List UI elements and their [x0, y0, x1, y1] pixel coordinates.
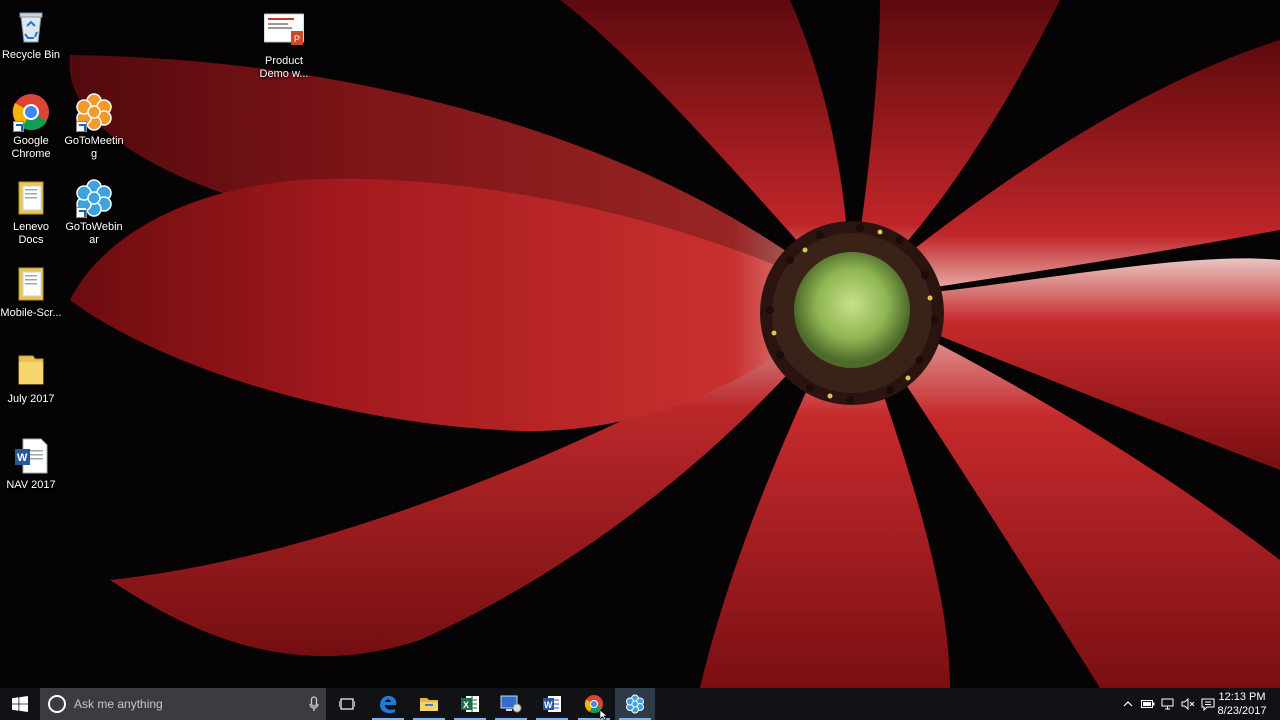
clock-time: 12:13 PM — [1218, 691, 1266, 703]
svg-text:W: W — [17, 452, 28, 464]
battery-icon — [1141, 700, 1155, 708]
recycle-bin-label: Recycle Bin — [1, 49, 61, 61]
gotowebinar-icon — [74, 178, 114, 218]
nav-2017-label: NAV 2017 — [6, 479, 56, 491]
shortcut-arrow-icon — [76, 207, 87, 218]
desktop-icon-nav-2017[interactable]: W NAV 2017 — [0, 436, 62, 492]
lenevo-docs-label: Lenevo Docs — [12, 221, 50, 246]
chevron-up-icon — [1123, 701, 1133, 707]
taskbar: Ask me anything X W 12:13 PM 8/23/2017 — [0, 688, 1280, 720]
excel-icon: X — [461, 696, 479, 712]
svg-text:W: W — [544, 700, 553, 710]
powerpoint-file-icon: P — [263, 12, 305, 52]
battery-button[interactable] — [1138, 688, 1158, 720]
clock[interactable]: 12:13 PM 8/23/2017 — [1212, 690, 1272, 718]
google-chrome-label: Google Chrome — [11, 135, 51, 160]
svg-text:X: X — [463, 700, 469, 710]
taskbar-file-explorer[interactable] — [409, 688, 449, 720]
taskbar-remote-desktop[interactable] — [491, 688, 531, 720]
taskbar-word[interactable]: W — [532, 688, 572, 720]
desktop-icon-recycle-bin[interactable]: Recycle Bin — [0, 6, 62, 62]
shortcut-arrow-icon — [13, 121, 24, 132]
volume-button[interactable] — [1178, 688, 1198, 720]
gotomeeting-label: GoToMeeting — [64, 135, 124, 160]
cortana-search-box[interactable]: Ask me anything — [40, 688, 326, 720]
word-icon: W — [543, 696, 561, 712]
edge-icon — [380, 695, 397, 714]
taskbar-gotowebinar[interactable] — [615, 688, 655, 720]
desktop-icon-july-2017[interactable]: July 2017 — [0, 350, 62, 406]
windows-logo-icon — [12, 696, 28, 712]
cortana-icon — [48, 695, 66, 713]
taskbar-excel[interactable]: X — [450, 688, 490, 720]
folder-icon — [11, 350, 51, 390]
chrome-icon — [11, 92, 51, 132]
mouse-cursor-icon — [600, 710, 608, 720]
desktop-icon-product-demo[interactable]: P Product Demo w... — [253, 12, 315, 81]
word-file-icon: W — [11, 436, 51, 476]
shortcut-arrow-icon — [76, 121, 87, 132]
clock-date: 8/23/2017 — [1217, 705, 1267, 717]
desktop-wallpaper — [0, 0, 1280, 688]
remote-desktop-icon — [500, 695, 522, 713]
task-view-icon — [339, 698, 355, 710]
volume-muted-icon — [1181, 698, 1195, 710]
mobile-scr-label: Mobile-Scr... — [0, 307, 62, 319]
desktop-icon-gotomeeting[interactable]: GoToMeeting — [63, 92, 125, 161]
desktop-icon-gotowebinar[interactable]: GoToWebinar — [63, 178, 125, 247]
network-icon — [1161, 698, 1174, 710]
product-demo-label: Product Demo w... — [259, 55, 309, 80]
folder-docs-icon — [11, 264, 51, 304]
gotomeeting-icon — [74, 92, 114, 132]
search-placeholder: Ask me anything — [74, 697, 163, 711]
recycle-bin-icon — [11, 6, 51, 46]
network-button[interactable] — [1158, 688, 1178, 720]
july-2017-label: July 2017 — [7, 393, 55, 405]
desktop-icon-google-chrome[interactable]: Google Chrome — [0, 92, 62, 161]
gotowebinar-label: GoToWebinar — [65, 221, 123, 246]
microphone-icon[interactable] — [302, 688, 326, 720]
folder-docs-icon — [11, 178, 51, 218]
start-button[interactable] — [0, 688, 40, 720]
show-hidden-icons-button[interactable] — [1118, 688, 1138, 720]
desktop-icon-lenevo-docs[interactable]: Lenevo Docs — [0, 178, 62, 247]
svg-text:P: P — [294, 34, 300, 44]
desktop-icon-mobile-scr[interactable]: Mobile-Scr... — [0, 264, 62, 320]
file-explorer-icon — [420, 698, 438, 711]
taskbar-edge[interactable] — [368, 688, 408, 720]
gotowebinar-icon — [626, 694, 644, 714]
task-view-button[interactable] — [327, 688, 367, 720]
